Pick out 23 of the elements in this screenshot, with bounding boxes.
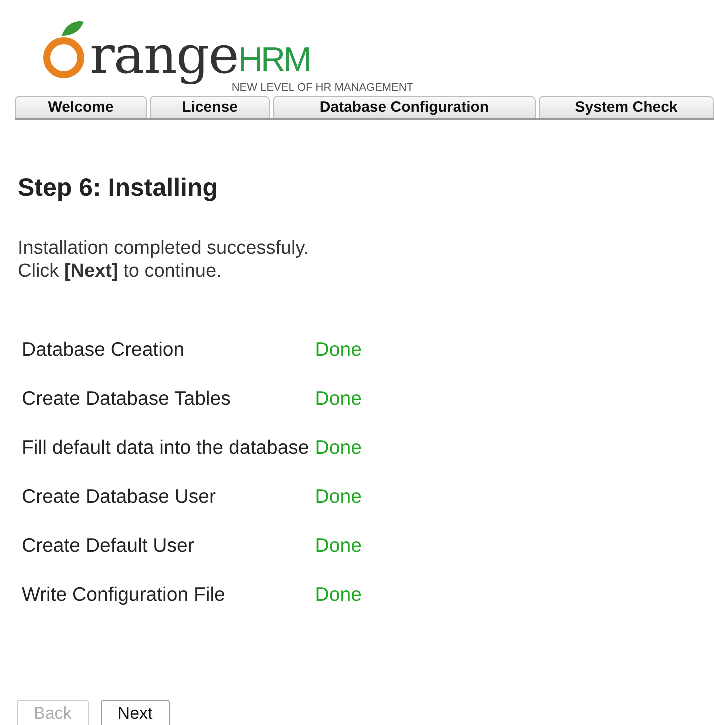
logo-wordmark: range [90,30,238,82]
tab[interactable]: Welcome [15,96,147,118]
page-heading: Step 6: Installing [18,174,220,203]
tab[interactable]: Database Configuration [273,96,536,118]
tab[interactable]: License [150,96,270,118]
task-label: Create Database User [22,485,218,510]
message-text: Installation completed successfuly. [18,237,310,260]
task-label: Write Configuration File [22,583,226,608]
next-button[interactable]: Next [100,700,170,725]
message-text: Click [Next] to continue. [18,260,223,283]
task-label: Create Default User [22,534,196,559]
task-label: Create Database Tables [22,387,232,412]
logo-suffix: HRM [238,43,310,77]
status-text: Done [315,485,362,510]
logo-tagline: NEW LEVEL OF HR MANAGEMENT [232,82,414,94]
status-text: Done [315,436,362,461]
tab[interactable]: System Check [539,96,714,118]
status-text: Done [315,338,362,363]
status-text: Done [315,534,362,559]
task-label: Database Creation [22,338,186,363]
status-text: Done [315,583,362,608]
task-label: Fill default data into the database [22,436,310,461]
status-text: Done [315,387,362,412]
